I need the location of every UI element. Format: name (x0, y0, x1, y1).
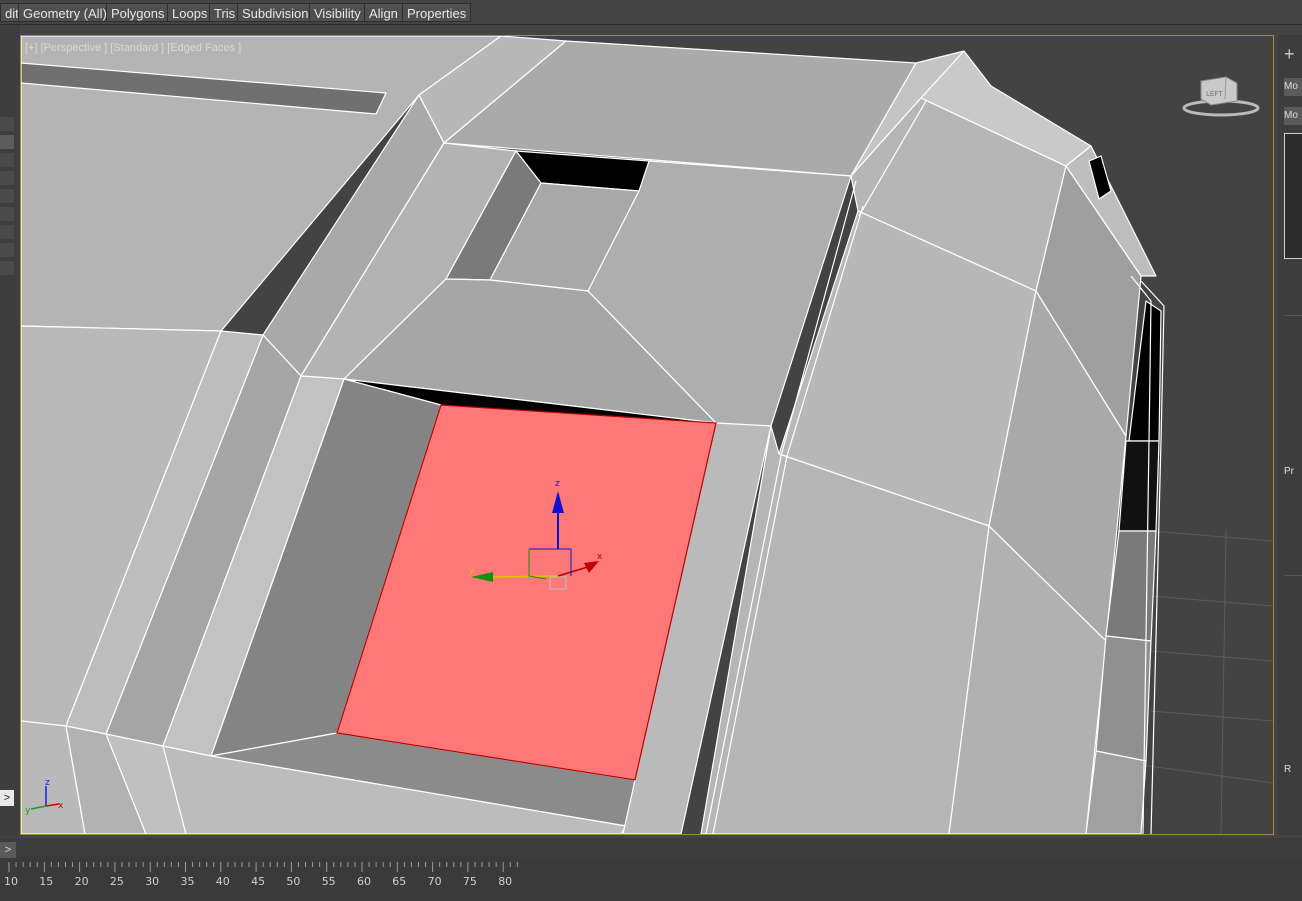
ruler-tick-label: 65 (392, 875, 406, 888)
ruler-tick-label: 60 (357, 875, 371, 888)
ruler-tick-label: 70 (428, 875, 442, 888)
label-pr: Pr (1284, 466, 1294, 477)
modifier-list-dropdown[interactable]: Mo (1284, 107, 1302, 125)
time-ruler[interactable]: 10 15 20 25 30 35 40 45 50 55 60 65 70 75 80 (0, 858, 1302, 901)
svg-text:z: z (45, 778, 50, 788)
svg-text:x: x (58, 801, 64, 811)
tool-slot[interactable] (0, 117, 14, 131)
tool-slot[interactable] (0, 153, 14, 167)
ruler-tick-label: 45 (251, 875, 265, 888)
modifier-name-field[interactable]: Mo (1284, 78, 1302, 96)
ruler-tick-label: 15 (39, 875, 53, 888)
modifier-stack[interactable] (1284, 133, 1302, 259)
rollout-panel (1284, 315, 1302, 526)
tab-tris[interactable]: Tris (209, 3, 241, 22)
left-tool-strip (0, 25, 20, 837)
expand-track-bar-button[interactable]: > (0, 842, 16, 858)
viewport-label-menu[interactable]: [+] [Perspective ] [Standard ] [Edged Fa… (25, 42, 241, 54)
ruler-tick-label: 35 (181, 875, 195, 888)
command-panel: + Mo Mo Pr R (1278, 35, 1302, 835)
viewcube-face-label: LEFT (1206, 90, 1223, 98)
ruler-tick-label: 25 (110, 875, 124, 888)
tab-subdivision[interactable]: Subdivision (237, 3, 314, 22)
tab-properties[interactable]: Properties (402, 3, 472, 22)
perspective-viewport[interactable]: z y x z x y LEFT [+] [Perspective] [Sta… (20, 35, 1274, 835)
tab-align[interactable]: Align (364, 3, 403, 22)
ruler-tick-label: 40 (216, 875, 230, 888)
ruler-tick-label: 50 (286, 875, 300, 888)
label-r: R (1284, 764, 1292, 775)
pin-stack-icon[interactable] (1284, 265, 1302, 283)
modeling-ribbon-tabs: dit Geometry (All) Polygons Loops Tris S… (0, 0, 1302, 25)
tool-slot[interactable] (0, 261, 14, 275)
tool-slot[interactable] (0, 207, 14, 221)
ruler-tick-label: 80 (498, 875, 512, 888)
tab-geometry-all[interactable]: Geometry (All) (18, 3, 112, 22)
tab-polygons[interactable]: Polygons (106, 3, 170, 22)
gizmo-x-label: x (597, 552, 603, 562)
ruler-tick-label: 75 (463, 875, 477, 888)
tool-slot[interactable] (0, 243, 14, 257)
ruler-tick-label: 55 (322, 875, 336, 888)
tool-slot[interactable] (0, 171, 14, 185)
gizmo-z-label: z (555, 479, 560, 489)
tab-loops[interactable]: Loops (167, 3, 213, 22)
gizmo-y-label: y (469, 566, 475, 576)
viewport-scene[interactable]: z y x z x y LEFT (21, 36, 1273, 834)
expand-left-panel-button[interactable]: > (0, 790, 14, 806)
ruler-tick-label: 30 (145, 875, 159, 888)
tool-slot[interactable] (0, 135, 14, 149)
tool-slot[interactable] (0, 189, 14, 203)
create-plus-icon[interactable]: + (1284, 45, 1302, 63)
tool-slot[interactable] (0, 225, 14, 239)
tab-visibility[interactable]: Visibility (309, 3, 366, 22)
ruler-tick-label: 10 (4, 875, 18, 888)
svg-text:y: y (25, 806, 31, 816)
ruler-tick-label: 20 (75, 875, 89, 888)
